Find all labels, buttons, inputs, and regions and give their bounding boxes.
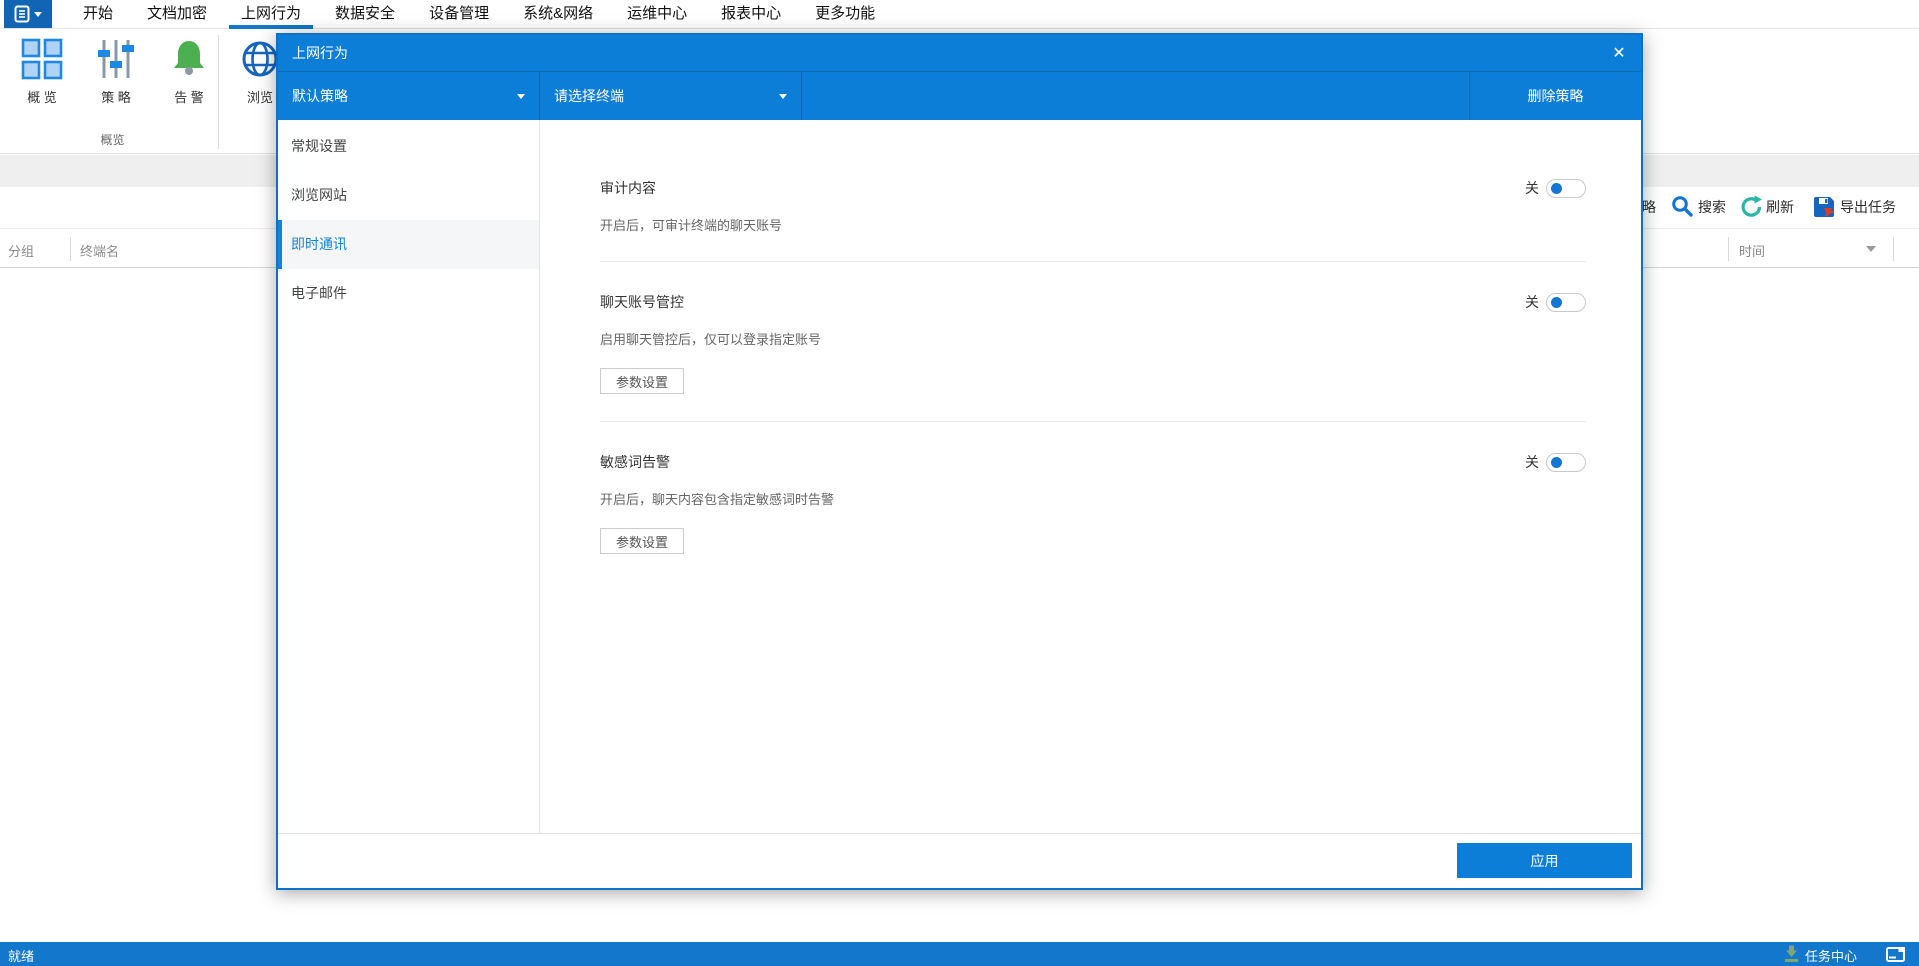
column-divider xyxy=(1728,237,1729,261)
column-header-terminal-name: 终端名 xyxy=(80,241,119,260)
sidebar-item-email[interactable]: 电子邮件 xyxy=(278,269,539,318)
ribbon-button-label: 告 警 xyxy=(156,87,222,106)
dialog-sidebar: 常规设置 浏览网站 即时通讯 电子邮件 xyxy=(278,120,540,833)
internet-behavior-dialog: 上网行为 ✕ 默认策略 请选择终端 删除策略 常规设置 浏览网站 即时通讯 电子… xyxy=(276,33,1643,890)
export-task-button[interactable]: 导出任务 xyxy=(1840,197,1896,217)
terminal-select-value: 请选择终端 xyxy=(554,86,624,106)
chevron-down-icon xyxy=(517,94,525,99)
setting-title: 聊天账号管控 xyxy=(600,292,684,312)
tab-more-features[interactable]: 更多功能 xyxy=(798,0,892,28)
status-ready-label: 就绪 xyxy=(8,946,34,965)
audit-content-toggle[interactable]: 关 xyxy=(1525,178,1586,198)
toggle-knob xyxy=(1551,457,1562,468)
task-window-icon[interactable] xyxy=(1886,947,1905,965)
tab-internet-behavior[interactable]: 上网行为 xyxy=(224,0,318,28)
ribbon-group-label: 概览 xyxy=(0,131,225,148)
ribbon-button-label: 概 览 xyxy=(9,87,75,106)
policy-select-value: 默认策略 xyxy=(292,86,348,106)
tab-data-security[interactable]: 数据安全 xyxy=(318,0,412,28)
tab-ops-center[interactable]: 运维中心 xyxy=(610,0,704,28)
sidebar-item-instant-messaging[interactable]: 即时通讯 xyxy=(278,220,539,269)
ribbon-button-overview[interactable]: 概 览 xyxy=(9,38,75,106)
setting-row-chat-account-control: 聊天账号管控 关 启用聊天管控后，仅可以登录指定账号 参数设置 xyxy=(600,262,1586,422)
toggle-knob xyxy=(1551,183,1562,194)
tab-system-network[interactable]: 系统&网络 xyxy=(506,0,610,28)
search-button[interactable]: 搜索 xyxy=(1698,197,1726,217)
task-center-button[interactable]: 任务中心 xyxy=(1805,946,1857,965)
dialog-titlebar: 上网行为 ✕ xyxy=(278,35,1641,72)
sidebar-item-general-settings[interactable]: 常规设置 xyxy=(278,122,539,171)
tab-start[interactable]: 开始 xyxy=(66,0,130,28)
apply-button[interactable]: 应用 xyxy=(1457,843,1632,878)
column-header-time: 时间 xyxy=(1739,241,1765,260)
browse-globe-icon xyxy=(239,38,281,80)
column-filter-chevron-icon[interactable] xyxy=(1866,246,1876,252)
parameter-settings-button[interactable]: 参数设置 xyxy=(600,528,684,554)
chevron-down-icon xyxy=(34,12,42,17)
app-menu-icon xyxy=(14,5,30,23)
app-menu-button[interactable] xyxy=(4,0,52,28)
refresh-button[interactable]: 刷新 xyxy=(1766,197,1794,217)
column-header-group: 分组 xyxy=(8,241,34,260)
setting-description: 开启后，聊天内容包含指定敏感词时告警 xyxy=(600,489,1586,508)
refresh-icon[interactable] xyxy=(1740,195,1763,221)
dialog-footer: 应用 xyxy=(278,833,1641,888)
ribbon-button-label: 策 略 xyxy=(83,87,149,106)
setting-title: 敏感词告警 xyxy=(600,452,670,472)
settings-panel: 审计内容 关 开启后，可审计终端的聊天账号 聊天账号管控 关 xyxy=(540,120,1641,833)
dialog-title: 上网行为 xyxy=(278,43,348,63)
toggle-switch[interactable] xyxy=(1546,453,1586,472)
ribbon-button-alert[interactable]: 告 警 xyxy=(156,38,222,106)
search-icon[interactable] xyxy=(1671,195,1694,221)
screen: 开始 文档加密 上网行为 数据安全 设备管理 系统&网络 运维中心 报表中心 更… xyxy=(0,0,1919,966)
dialog-policy-bar: 默认策略 请选择终端 删除策略 xyxy=(278,72,1641,120)
menu-tabs: 开始 文档加密 上网行为 数据安全 设备管理 系统&网络 运维中心 报表中心 更… xyxy=(66,0,892,28)
delete-policy-button[interactable]: 删除策略 xyxy=(1469,72,1641,120)
sensitive-word-alert-toggle[interactable]: 关 xyxy=(1525,452,1586,472)
toggle-switch[interactable] xyxy=(1546,179,1586,198)
setting-row-sensitive-word-alert: 敏感词告警 关 开启后，聊天内容包含指定敏感词时告警 参数设置 xyxy=(600,422,1586,581)
terminal-select-dropdown[interactable]: 请选择终端 xyxy=(540,72,802,120)
policy-select-dropdown[interactable]: 默认策略 xyxy=(278,72,540,120)
policy-sliders-icon xyxy=(95,38,137,80)
setting-title: 审计内容 xyxy=(600,178,656,198)
alert-bell-icon xyxy=(168,38,210,80)
chat-account-control-toggle[interactable]: 关 xyxy=(1525,292,1586,312)
tab-doc-encryption[interactable]: 文档加密 xyxy=(130,0,224,28)
close-icon[interactable]: ✕ xyxy=(1597,35,1641,72)
sidebar-item-browse-websites[interactable]: 浏览网站 xyxy=(278,171,539,220)
toggle-state-label: 关 xyxy=(1525,178,1539,198)
column-divider xyxy=(1893,237,1894,261)
tab-device-management[interactable]: 设备管理 xyxy=(412,0,506,28)
toggle-switch[interactable] xyxy=(1546,293,1586,312)
setting-description: 启用聊天管控后，仅可以登录指定账号 xyxy=(600,329,1586,348)
menu-bar: 开始 文档加密 上网行为 数据安全 设备管理 系统&网络 运维中心 报表中心 更… xyxy=(0,0,1919,29)
dialog-body: 常规设置 浏览网站 即时通讯 电子邮件 审计内容 关 开启后，可审计终端的聊天账… xyxy=(278,120,1641,833)
tab-report-center[interactable]: 报表中心 xyxy=(704,0,798,28)
overview-grid-icon xyxy=(21,38,63,80)
setting-row-audit-content: 审计内容 关 开启后，可审计终端的聊天账号 xyxy=(600,148,1586,262)
ribbon-button-policy[interactable]: 策 略 xyxy=(83,38,149,106)
toggle-state-label: 关 xyxy=(1525,292,1539,312)
export-task-icon[interactable] xyxy=(1812,195,1836,222)
status-bar: 就绪 任务中心 xyxy=(0,942,1919,966)
column-divider xyxy=(70,237,71,261)
setting-description: 开启后，可审计终端的聊天账号 xyxy=(600,215,1586,234)
parameter-settings-button[interactable]: 参数设置 xyxy=(600,368,684,394)
policy-bar-spacer xyxy=(802,72,1469,120)
toggle-knob xyxy=(1551,297,1562,308)
chevron-down-icon xyxy=(779,94,787,99)
partial-policy-label[interactable]: 略 xyxy=(1642,197,1656,217)
download-arrow-icon[interactable] xyxy=(1783,945,1800,966)
toggle-state-label: 关 xyxy=(1525,452,1539,472)
